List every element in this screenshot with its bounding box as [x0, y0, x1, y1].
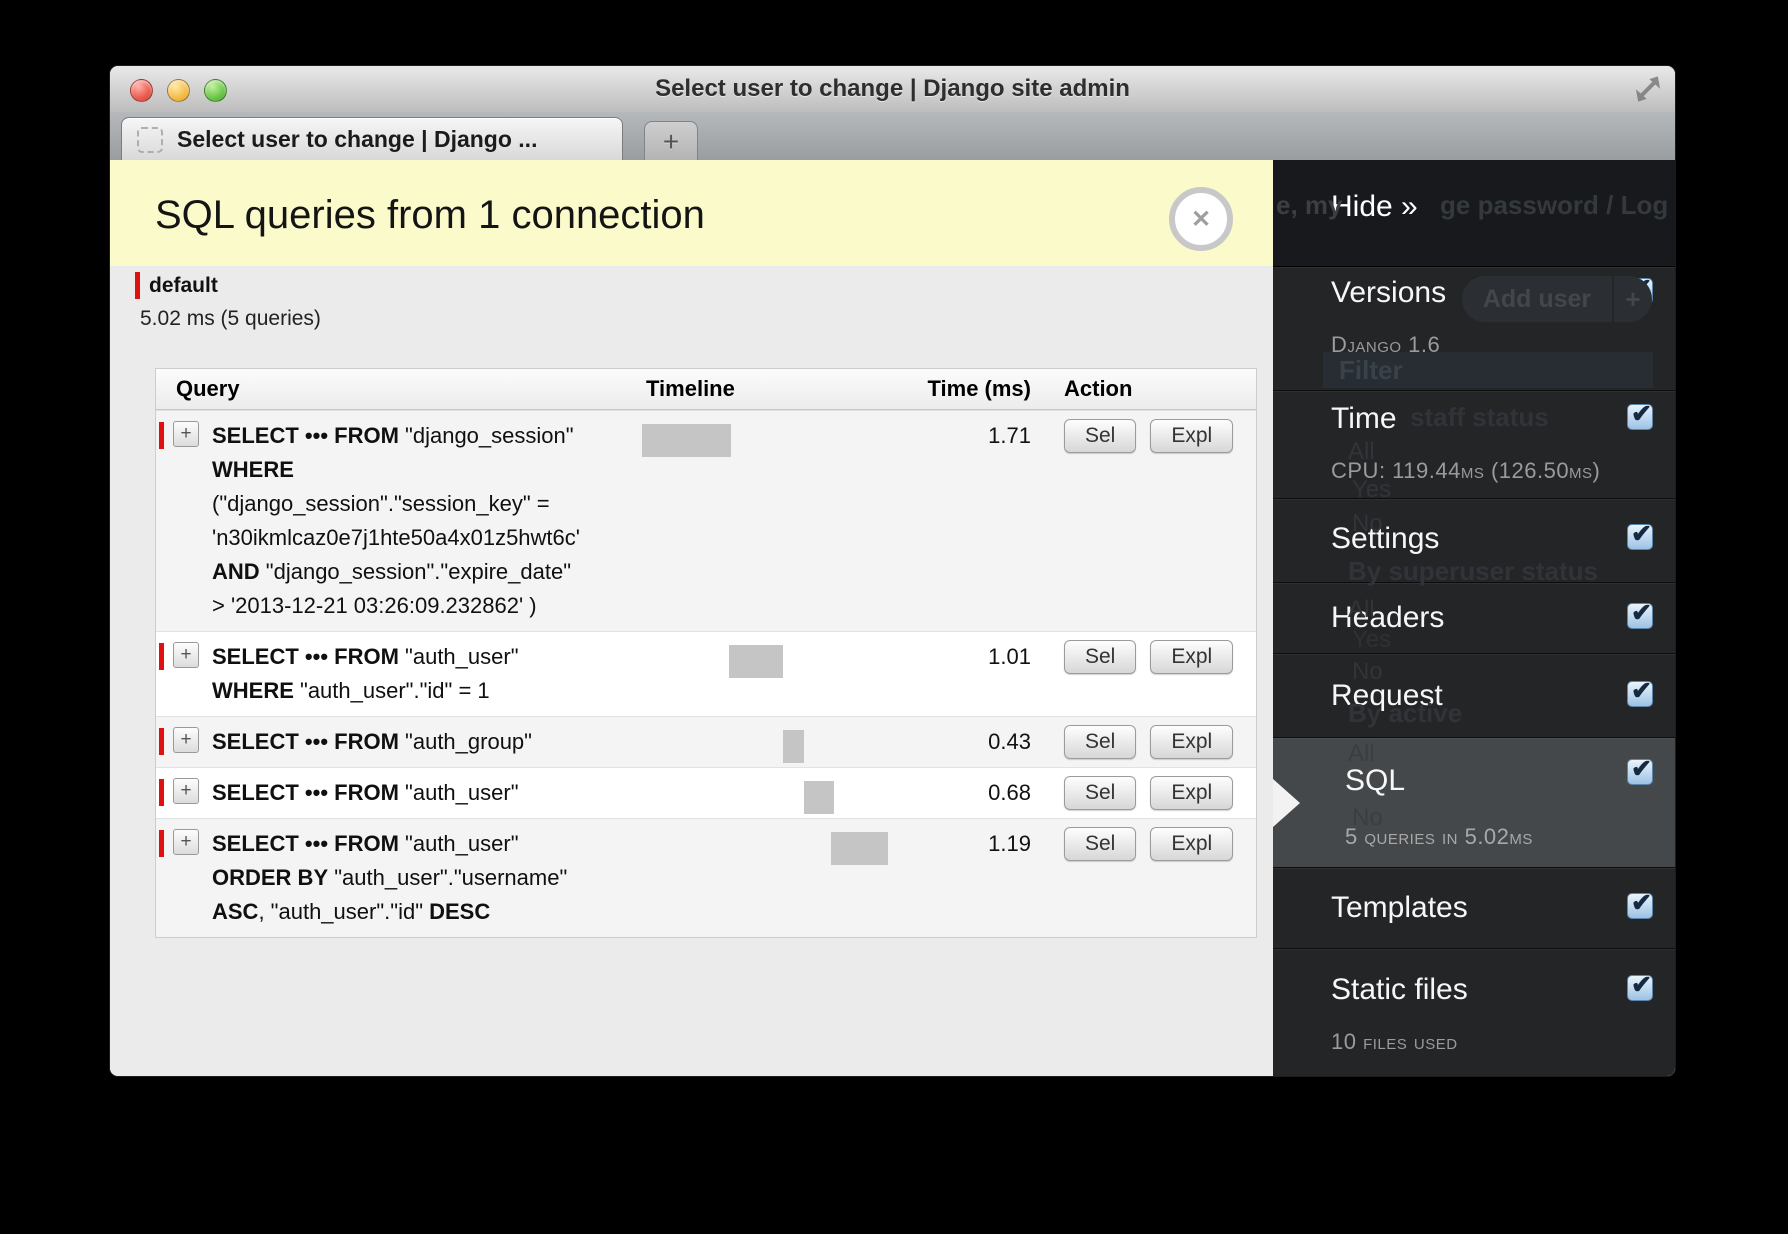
connection-name: default: [149, 274, 218, 298]
browser-window: Select user to change | Django site admi…: [110, 66, 1675, 1076]
query-time-ms: 0.68: [906, 776, 1046, 806]
query-table: QueryTimelineTime (ms)Action + SELECT •••…: [155, 368, 1257, 938]
toolbar-panel-title[interactable]: Static files: [1273, 973, 1675, 1007]
close-icon: ✕: [1191, 205, 1211, 234]
timeline-bar: [831, 832, 888, 865]
toolbar-panel-title[interactable]: Time: [1273, 402, 1675, 436]
query-time-ms: 1.19: [906, 827, 1046, 857]
timeline-bar: [804, 781, 834, 814]
sql-panel: SQL queries from 1 connection ✕ default …: [110, 160, 1273, 1076]
toolbar-panel-title[interactable]: SQL: [1273, 764, 1675, 798]
timeline-bar: [642, 424, 731, 457]
explain-button[interactable]: Expl: [1150, 725, 1233, 759]
query-color-marker: [159, 728, 164, 755]
column-header-query: Query: [156, 376, 626, 402]
sql-panel-header: SQL queries from 1 connection ✕: [110, 160, 1273, 266]
toolbar-panel-templates[interactable]: Templates✔: [1273, 868, 1675, 949]
toolbar-panel-subtitle: Django 1.6: [1273, 332, 1675, 358]
checkbox-checked-icon[interactable]: ✔: [1627, 524, 1653, 550]
timeline-bar: [729, 645, 783, 678]
explain-button[interactable]: Expl: [1150, 419, 1233, 453]
expand-query-button[interactable]: +: [173, 421, 199, 447]
debug-toolbar: e, myge password / Log outstaff statusAl…: [1273, 160, 1675, 1076]
toolbar-panel-title[interactable]: Versions: [1273, 276, 1675, 310]
select-button[interactable]: Sel: [1064, 640, 1136, 674]
query-table-header: QueryTimelineTime (ms)Action: [156, 369, 1256, 410]
expand-query-button[interactable]: +: [173, 642, 199, 668]
toolbar-panel-title[interactable]: Settings: [1273, 522, 1675, 556]
toolbar-panel-versions[interactable]: Versions✔ Django 1.6: [1273, 267, 1675, 391]
toolbar-header: Hide »: [1273, 160, 1675, 267]
select-button[interactable]: Sel: [1064, 776, 1136, 810]
column-header-time-ms-: Time (ms): [906, 376, 1046, 402]
sql-query-text: SELECT ••• FROM "auth_user"ORDER BY "aut…: [212, 827, 607, 929]
sql-query-text: SELECT ••• FROM "auth_group": [212, 725, 607, 759]
query-table-body: + SELECT ••• FROM "django_session"WHERE("…: [156, 410, 1256, 937]
expand-query-button[interactable]: +: [173, 829, 199, 855]
toolbar-panel-request[interactable]: Request✔: [1273, 654, 1675, 738]
toolbar-panel-settings[interactable]: Settings✔: [1273, 499, 1675, 583]
expand-query-button[interactable]: +: [173, 778, 199, 804]
query-color-marker: [159, 830, 164, 857]
window-title: Select user to change | Django site admi…: [110, 66, 1675, 112]
checkbox-checked-icon[interactable]: ✔: [1627, 975, 1653, 1001]
checkbox-checked-icon[interactable]: ✔: [1627, 681, 1653, 707]
connection-color-marker: [135, 272, 140, 299]
query-row: + SELECT ••• FROM "auth_user" 0.68 Sel Expl: [156, 767, 1256, 818]
sql-query-text: SELECT ••• FROM "auth_user": [212, 776, 607, 810]
window-titlebar[interactable]: Select user to change | Django site admi…: [110, 66, 1675, 113]
query-row: + SELECT ••• FROM "auth_user"ORDER BY "au…: [156, 818, 1256, 937]
expand-query-button[interactable]: +: [173, 727, 199, 753]
query-time-ms: 0.43: [906, 725, 1046, 755]
toolbar-panel-title[interactable]: Headers: [1273, 601, 1675, 635]
toolbar-panel-subtitle: 5 queries in 5.02ms: [1273, 824, 1675, 850]
explain-button[interactable]: Expl: [1150, 827, 1233, 861]
query-color-marker: [159, 779, 164, 806]
checkbox-checked-icon[interactable]: ✔: [1627, 893, 1653, 919]
toolbar-panel-title[interactable]: Templates: [1273, 891, 1675, 925]
sql-panel-title: SQL queries from 1 connection: [155, 160, 705, 266]
toolbar-panel-title[interactable]: Request: [1273, 679, 1675, 713]
query-time-ms: 1.01: [906, 640, 1046, 670]
toolbar-panel-static[interactable]: Static files✔ 10 files used: [1273, 949, 1675, 1076]
query-color-marker: [159, 643, 164, 670]
checkbox-checked-icon[interactable]: ✔: [1627, 404, 1653, 430]
sql-query-text: SELECT ••• FROM "django_session"WHERE("d…: [212, 419, 607, 623]
close-panel-button[interactable]: ✕: [1169, 187, 1233, 251]
select-button[interactable]: Sel: [1064, 725, 1136, 759]
new-tab-button[interactable]: +: [644, 121, 698, 161]
hide-toolbar-button[interactable]: Hide »: [1331, 190, 1418, 224]
toolbar-panel-time[interactable]: Time✔ CPU: 119.44ms (126.50ms): [1273, 391, 1675, 499]
explain-button[interactable]: Expl: [1150, 776, 1233, 810]
toolbar-panel-headers[interactable]: Headers✔: [1273, 583, 1675, 654]
favicon-placeholder-icon: [137, 127, 163, 153]
browser-tab[interactable]: Select user to change | Django ...: [121, 117, 623, 161]
explain-button[interactable]: Expl: [1150, 640, 1233, 674]
column-header-timeline: Timeline: [626, 376, 906, 402]
sql-query-text: SELECT ••• FROM "auth_user"WHERE "auth_u…: [212, 640, 607, 708]
selected-panel-arrow-icon: [1273, 779, 1300, 827]
tab-bar: Select user to change | Django ... +: [110, 112, 1675, 161]
page-content: SQL queries from 1 connection ✕ default …: [110, 160, 1675, 1076]
timeline-bar: [783, 730, 804, 763]
select-button[interactable]: Sel: [1064, 419, 1136, 453]
toolbar-panel-subtitle: 10 files used: [1273, 1029, 1675, 1055]
tab-title: Select user to change | Django ...: [177, 126, 537, 153]
query-time-ms: 1.71: [906, 419, 1046, 449]
checkbox-checked-icon[interactable]: ✔: [1627, 603, 1653, 629]
checkbox-checked-icon[interactable]: ✔: [1627, 278, 1653, 304]
connection-timing: 5.02 ms (5 queries): [140, 307, 321, 331]
query-row: + SELECT ••• FROM "auth_group" 0.43 Sel Expl: [156, 716, 1256, 767]
toolbar-panel-subtitle: CPU: 119.44ms (126.50ms): [1273, 458, 1675, 484]
checkbox-checked-icon[interactable]: ✔: [1627, 759, 1653, 785]
select-button[interactable]: Sel: [1064, 827, 1136, 861]
query-color-marker: [159, 422, 164, 449]
toolbar-panel-sql[interactable]: SQL✔ 5 queries in 5.02ms: [1273, 738, 1675, 868]
resize-icon[interactable]: [1633, 74, 1663, 104]
query-row: + SELECT ••• FROM "django_session"WHERE("…: [156, 410, 1256, 631]
desktop-background: Select user to change | Django site admi…: [0, 0, 1788, 1234]
column-header-action: Action: [1046, 376, 1256, 402]
query-row: + SELECT ••• FROM "auth_user"WHERE "auth_…: [156, 631, 1256, 716]
connection-summary: default 5.02 ms (5 queries): [135, 272, 321, 331]
